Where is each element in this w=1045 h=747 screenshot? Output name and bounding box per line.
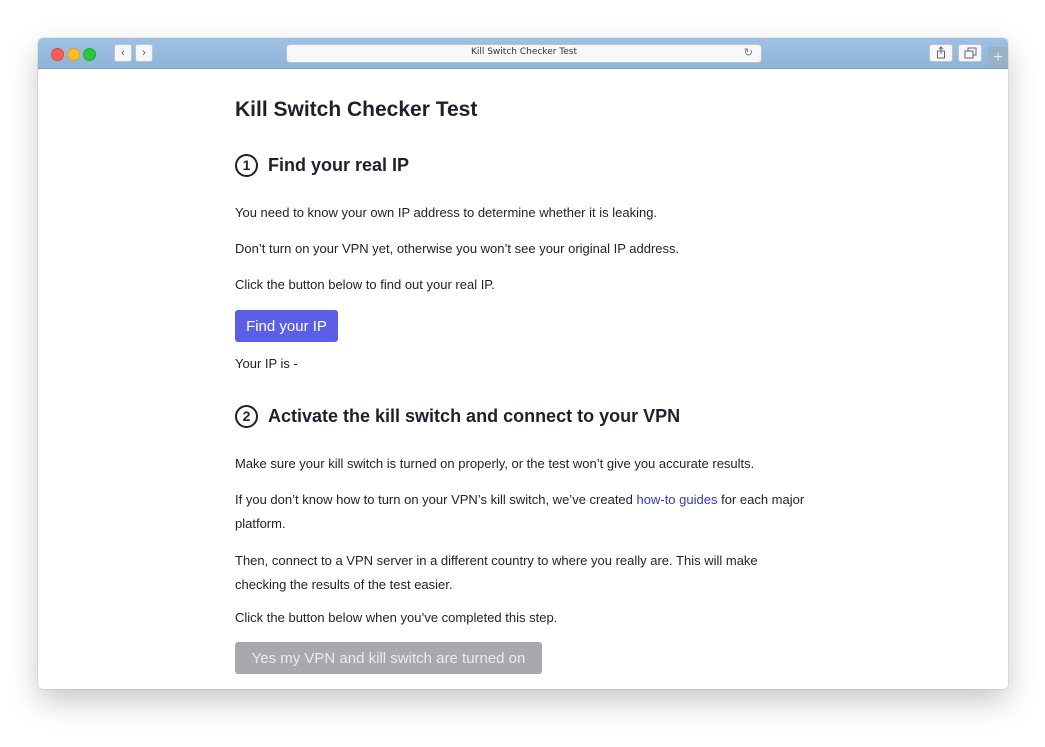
ip-result-text: Your IP is -: [235, 356, 298, 371]
share-button[interactable]: [929, 44, 953, 62]
page-title: Kill Switch Checker Test: [235, 98, 478, 121]
address-bar-text: Kill Switch Checker Test: [470, 47, 578, 57]
screen: ‹ › Kill Switch Checker Test ↻ + Kill Sw…: [0, 0, 1045, 747]
back-button[interactable]: ‹: [114, 44, 132, 62]
browser-window: ‹ › Kill Switch Checker Test ↻ + Kill Sw…: [38, 38, 1008, 689]
show-tabs-button[interactable]: [958, 44, 982, 62]
share-icon: [937, 46, 945, 59]
step2-paragraph-2-start: If you don’t know how to turn on your VP…: [235, 492, 637, 507]
step2-paragraph-2: If you don’t know how to turn on your VP…: [235, 488, 805, 536]
step2-paragraph-1: Make sure your kill switch is turned on …: [235, 456, 755, 471]
step1-paragraph-2: Don’t turn on your VPN yet, otherwise yo…: [235, 241, 680, 256]
find-your-ip-button[interactable]: Find your IP: [235, 310, 338, 342]
plus-icon: +: [993, 49, 1003, 66]
address-bar[interactable]: Kill Switch Checker Test ↻: [286, 44, 762, 63]
step1-paragraph-3: Click the button below to find out your …: [235, 277, 495, 292]
step2-paragraph-4: Click the button below when you’ve compl…: [235, 610, 558, 625]
step2-heading: 2 Activate the kill switch and connect t…: [235, 405, 680, 428]
forward-button[interactable]: ›: [135, 44, 153, 62]
chevron-left-icon: ‹: [121, 47, 125, 59]
new-tab-button[interactable]: +: [988, 47, 1008, 68]
minimize-window-button[interactable]: [67, 48, 80, 61]
step2-heading-text: Activate the kill switch and connect to …: [268, 406, 681, 426]
maximize-window-button[interactable]: [83, 48, 96, 61]
step2-paragraph-3: Then, connect to a VPN server in a diffe…: [235, 553, 758, 592]
browser-toolbar: ‹ › Kill Switch Checker Test ↻ +: [38, 38, 1008, 69]
step1-heading-text: Find your real IP: [268, 155, 410, 175]
close-window-button[interactable]: [51, 48, 64, 61]
chevron-right-icon: ›: [142, 47, 146, 59]
step1-number-badge: 1: [235, 154, 258, 177]
step1-paragraph-1: You need to know your own IP address to …: [235, 205, 658, 220]
step1-heading: 1 Find your real IP: [235, 154, 409, 177]
tabs-overview-icon: [964, 47, 976, 59]
step2-number-badge: 2: [235, 405, 258, 428]
how-to-guides-link[interactable]: how-to guides: [637, 492, 718, 507]
reload-icon[interactable]: ↻: [744, 45, 753, 62]
vpn-enabled-confirm-button[interactable]: Yes my VPN and kill switch are turned on: [235, 642, 542, 674]
